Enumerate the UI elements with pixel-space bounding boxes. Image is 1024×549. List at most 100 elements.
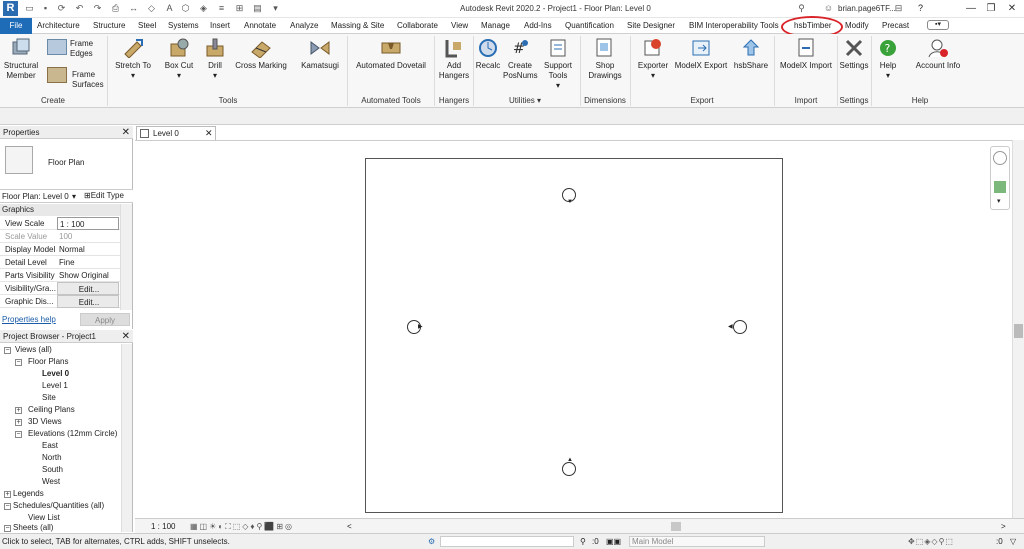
tree-north[interactable]: North (42, 453, 62, 463)
tree-west[interactable]: West (42, 477, 60, 487)
switch-windows-icon[interactable]: ▤ (252, 3, 263, 14)
worksets-icon[interactable]: ⚙ (428, 534, 435, 549)
tree-level-1[interactable]: Level 1 (42, 381, 68, 391)
properties-scrollbar[interactable] (120, 204, 132, 310)
open-icon[interactable]: ▭ (24, 3, 35, 14)
view-vertical-scrollbar[interactable] (1012, 140, 1024, 518)
collapse-toggle-icon[interactable]: − (4, 347, 11, 354)
stretch-to-button[interactable]: Stretch To ▾ (112, 38, 154, 81)
tab-annotate[interactable]: Annotate (244, 21, 276, 30)
tab-architecture[interactable]: Architecture (37, 21, 80, 30)
selection-option-icons[interactable]: ✥⬚◈◇⚲⬚ (908, 534, 954, 549)
binoculars-icon[interactable]: ⚲ (796, 3, 807, 14)
close-icon[interactable]: ✕ (205, 127, 213, 140)
expand-toggle-icon[interactable]: + (15, 407, 22, 414)
tree-site[interactable]: Site (42, 393, 56, 403)
modelx-export-button[interactable]: ModelX Export (673, 38, 729, 71)
user-name[interactable]: brian.page6TF... (838, 4, 896, 13)
close-button[interactable]: ✕ (1004, 2, 1020, 16)
tree-sheets[interactable]: Sheets (all) (13, 523, 53, 533)
funnel-icon[interactable]: ▽ (1010, 534, 1016, 549)
tab-steel[interactable]: Steel (138, 21, 156, 30)
tab-site-designer[interactable]: Site Designer (627, 21, 675, 30)
crop-region[interactable] (365, 158, 783, 513)
edit-type-button[interactable]: ⊞Edit Type (84, 191, 124, 200)
property-value[interactable]: Show Original (57, 269, 119, 282)
properties-help-link[interactable]: Properties help (2, 315, 56, 324)
qat-dropdown-icon[interactable]: ▾ (270, 3, 281, 14)
account-info-button[interactable]: Account Info (912, 38, 964, 71)
workset-select[interactable]: Main Model (629, 536, 765, 547)
expand-toggle-icon[interactable]: + (15, 419, 22, 426)
tree-legends[interactable]: Legends (13, 489, 44, 499)
elevation-marker-south[interactable]: ▲ (562, 457, 576, 476)
text-icon[interactable]: A (164, 3, 175, 14)
elevation-marker-west[interactable]: ▶ (407, 320, 423, 334)
view-control-icons[interactable]: ▦◫☀◐⛶⬚◇♦⚲⬛⊞◎ (190, 519, 294, 534)
add-hangers-button[interactable]: Add Hangers (438, 38, 470, 81)
collapse-toggle-icon[interactable]: − (4, 503, 11, 510)
expand-toggle-icon[interactable]: + (4, 491, 11, 498)
property-value[interactable]: Normal (57, 243, 119, 256)
tab-collaborate[interactable]: Collaborate (397, 21, 438, 30)
help-button[interactable]: ? Help ▾ (874, 38, 902, 81)
box-cut-button[interactable]: Box Cut ▾ (160, 38, 198, 81)
undo-icon[interactable]: ↶ (74, 3, 85, 14)
property-edit-button[interactable]: Edit... (57, 282, 119, 295)
tab-precast[interactable]: Precast (882, 21, 909, 30)
revit-logo-icon[interactable]: R (3, 1, 18, 16)
drill-button[interactable]: Drill ▾ (200, 38, 230, 81)
thin-lines-icon[interactable]: ≡ (216, 3, 227, 14)
3d-view-icon[interactable]: ⬡ (180, 3, 191, 14)
tab-view[interactable]: View (451, 21, 468, 30)
type-selector[interactable]: Floor Plan: Level 0 ▾ ⊞Edit Type (0, 189, 133, 203)
tab-bim-interoperability[interactable]: BIM Interoperability Tools (689, 21, 779, 30)
tab-systems[interactable]: Systems (168, 21, 199, 30)
tree-views-all[interactable]: Views (all) (15, 345, 52, 355)
elevation-marker-east[interactable]: ◀ (728, 320, 747, 334)
section-icon[interactable]: ◈ (198, 3, 209, 14)
property-value[interactable]: Fine (57, 256, 119, 269)
tree-3d-views[interactable]: 3D Views (28, 417, 62, 427)
apply-button[interactable]: Apply (80, 313, 130, 326)
view-tab-level-0[interactable]: Level 0 ✕ (136, 126, 216, 140)
tab-analyze[interactable]: Analyze (290, 21, 318, 30)
close-icon[interactable]: ✕ (122, 126, 130, 139)
recalc-button[interactable]: Recalc (475, 38, 501, 71)
scroll-thumb[interactable] (1014, 324, 1023, 338)
property-value[interactable]: 1 : 100 (57, 217, 119, 230)
scroll-left-icon[interactable]: < (347, 519, 352, 534)
exporter-button[interactable]: Exporter ▾ (634, 38, 672, 81)
filter-icon[interactable]: ⚲ (580, 534, 586, 549)
print-icon[interactable]: ⎙ (110, 3, 121, 14)
close-views-icon[interactable]: ⊞ (234, 3, 245, 14)
editable-only-icon[interactable]: ▣▣ (606, 534, 621, 549)
tag-icon[interactable]: ◇ (146, 3, 157, 14)
sync-icon[interactable]: ⟳ (56, 3, 67, 14)
tree-east[interactable]: East (42, 441, 58, 451)
tab-add-ins[interactable]: Add-Ins (524, 21, 552, 30)
tree-floor-plans[interactable]: Floor Plans (28, 357, 68, 367)
tab-file[interactable]: File (0, 18, 32, 34)
measure-icon[interactable]: ↔ (128, 3, 139, 14)
browser-scrollbar[interactable] (121, 344, 132, 532)
zoom-icon[interactable] (994, 181, 1006, 193)
save-icon[interactable]: ▪ (40, 3, 51, 14)
tree-view-list[interactable]: View List (28, 513, 60, 523)
tree-south[interactable]: South (42, 465, 63, 475)
tab-manage[interactable]: Manage (481, 21, 510, 30)
chevron-down-icon[interactable]: ▾ (997, 197, 1001, 205)
frame-surfaces-button[interactable]: Frame Surfaces (72, 70, 104, 90)
hsbshare-button[interactable]: hsbShare (733, 38, 769, 71)
tab-massing-site[interactable]: Massing & Site (331, 21, 384, 30)
tree-ceiling-plans[interactable]: Ceiling Plans (28, 405, 75, 415)
settings-button[interactable]: Settings (839, 38, 869, 71)
structural-member-button[interactable]: Structural Member (2, 38, 40, 81)
collapse-toggle-icon[interactable]: − (15, 359, 22, 366)
tree-elevations[interactable]: Elevations (12mm Circle) (28, 429, 117, 439)
redo-icon[interactable]: ↷ (92, 3, 103, 14)
collapse-toggle-icon[interactable]: − (15, 431, 22, 438)
user-icon[interactable]: ☺ (823, 3, 834, 14)
automated-dovetail-button[interactable]: Automated Dovetail (352, 38, 430, 71)
create-posnums-button[interactable]: # Create PosNums (503, 38, 538, 81)
